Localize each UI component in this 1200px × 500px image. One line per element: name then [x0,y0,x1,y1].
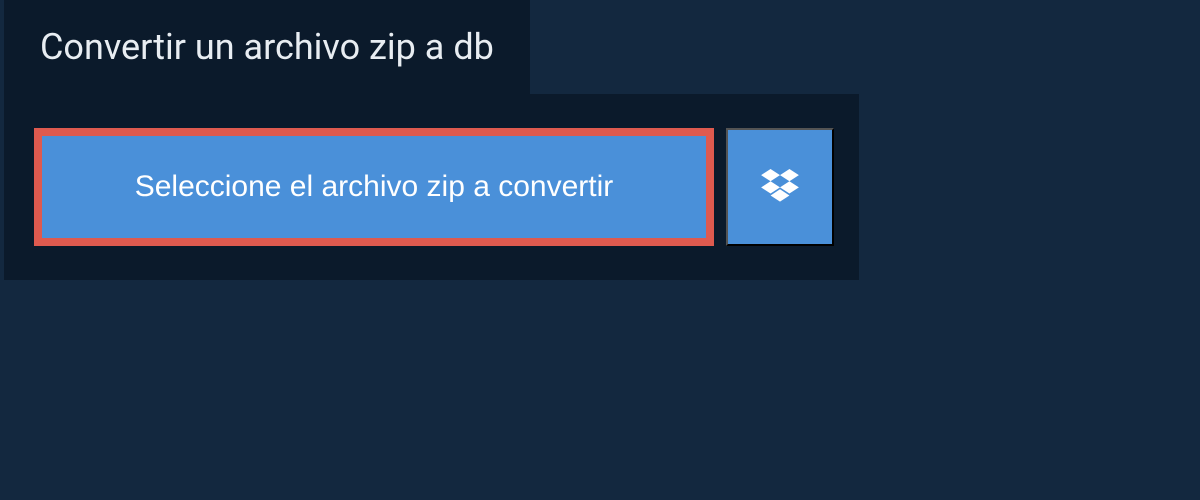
dropbox-button[interactable] [726,128,834,246]
select-file-button[interactable]: Seleccione el archivo zip a convertir [34,128,714,246]
dropbox-icon [761,169,799,206]
select-file-label: Seleccione el archivo zip a convertir [135,170,614,204]
page-title: Convertir un archivo zip a db [40,26,494,68]
button-row: Seleccione el archivo zip a convertir [34,128,829,246]
header-tab: Convertir un archivo zip a db [4,0,530,94]
content-panel: Seleccione el archivo zip a convertir [4,94,859,280]
